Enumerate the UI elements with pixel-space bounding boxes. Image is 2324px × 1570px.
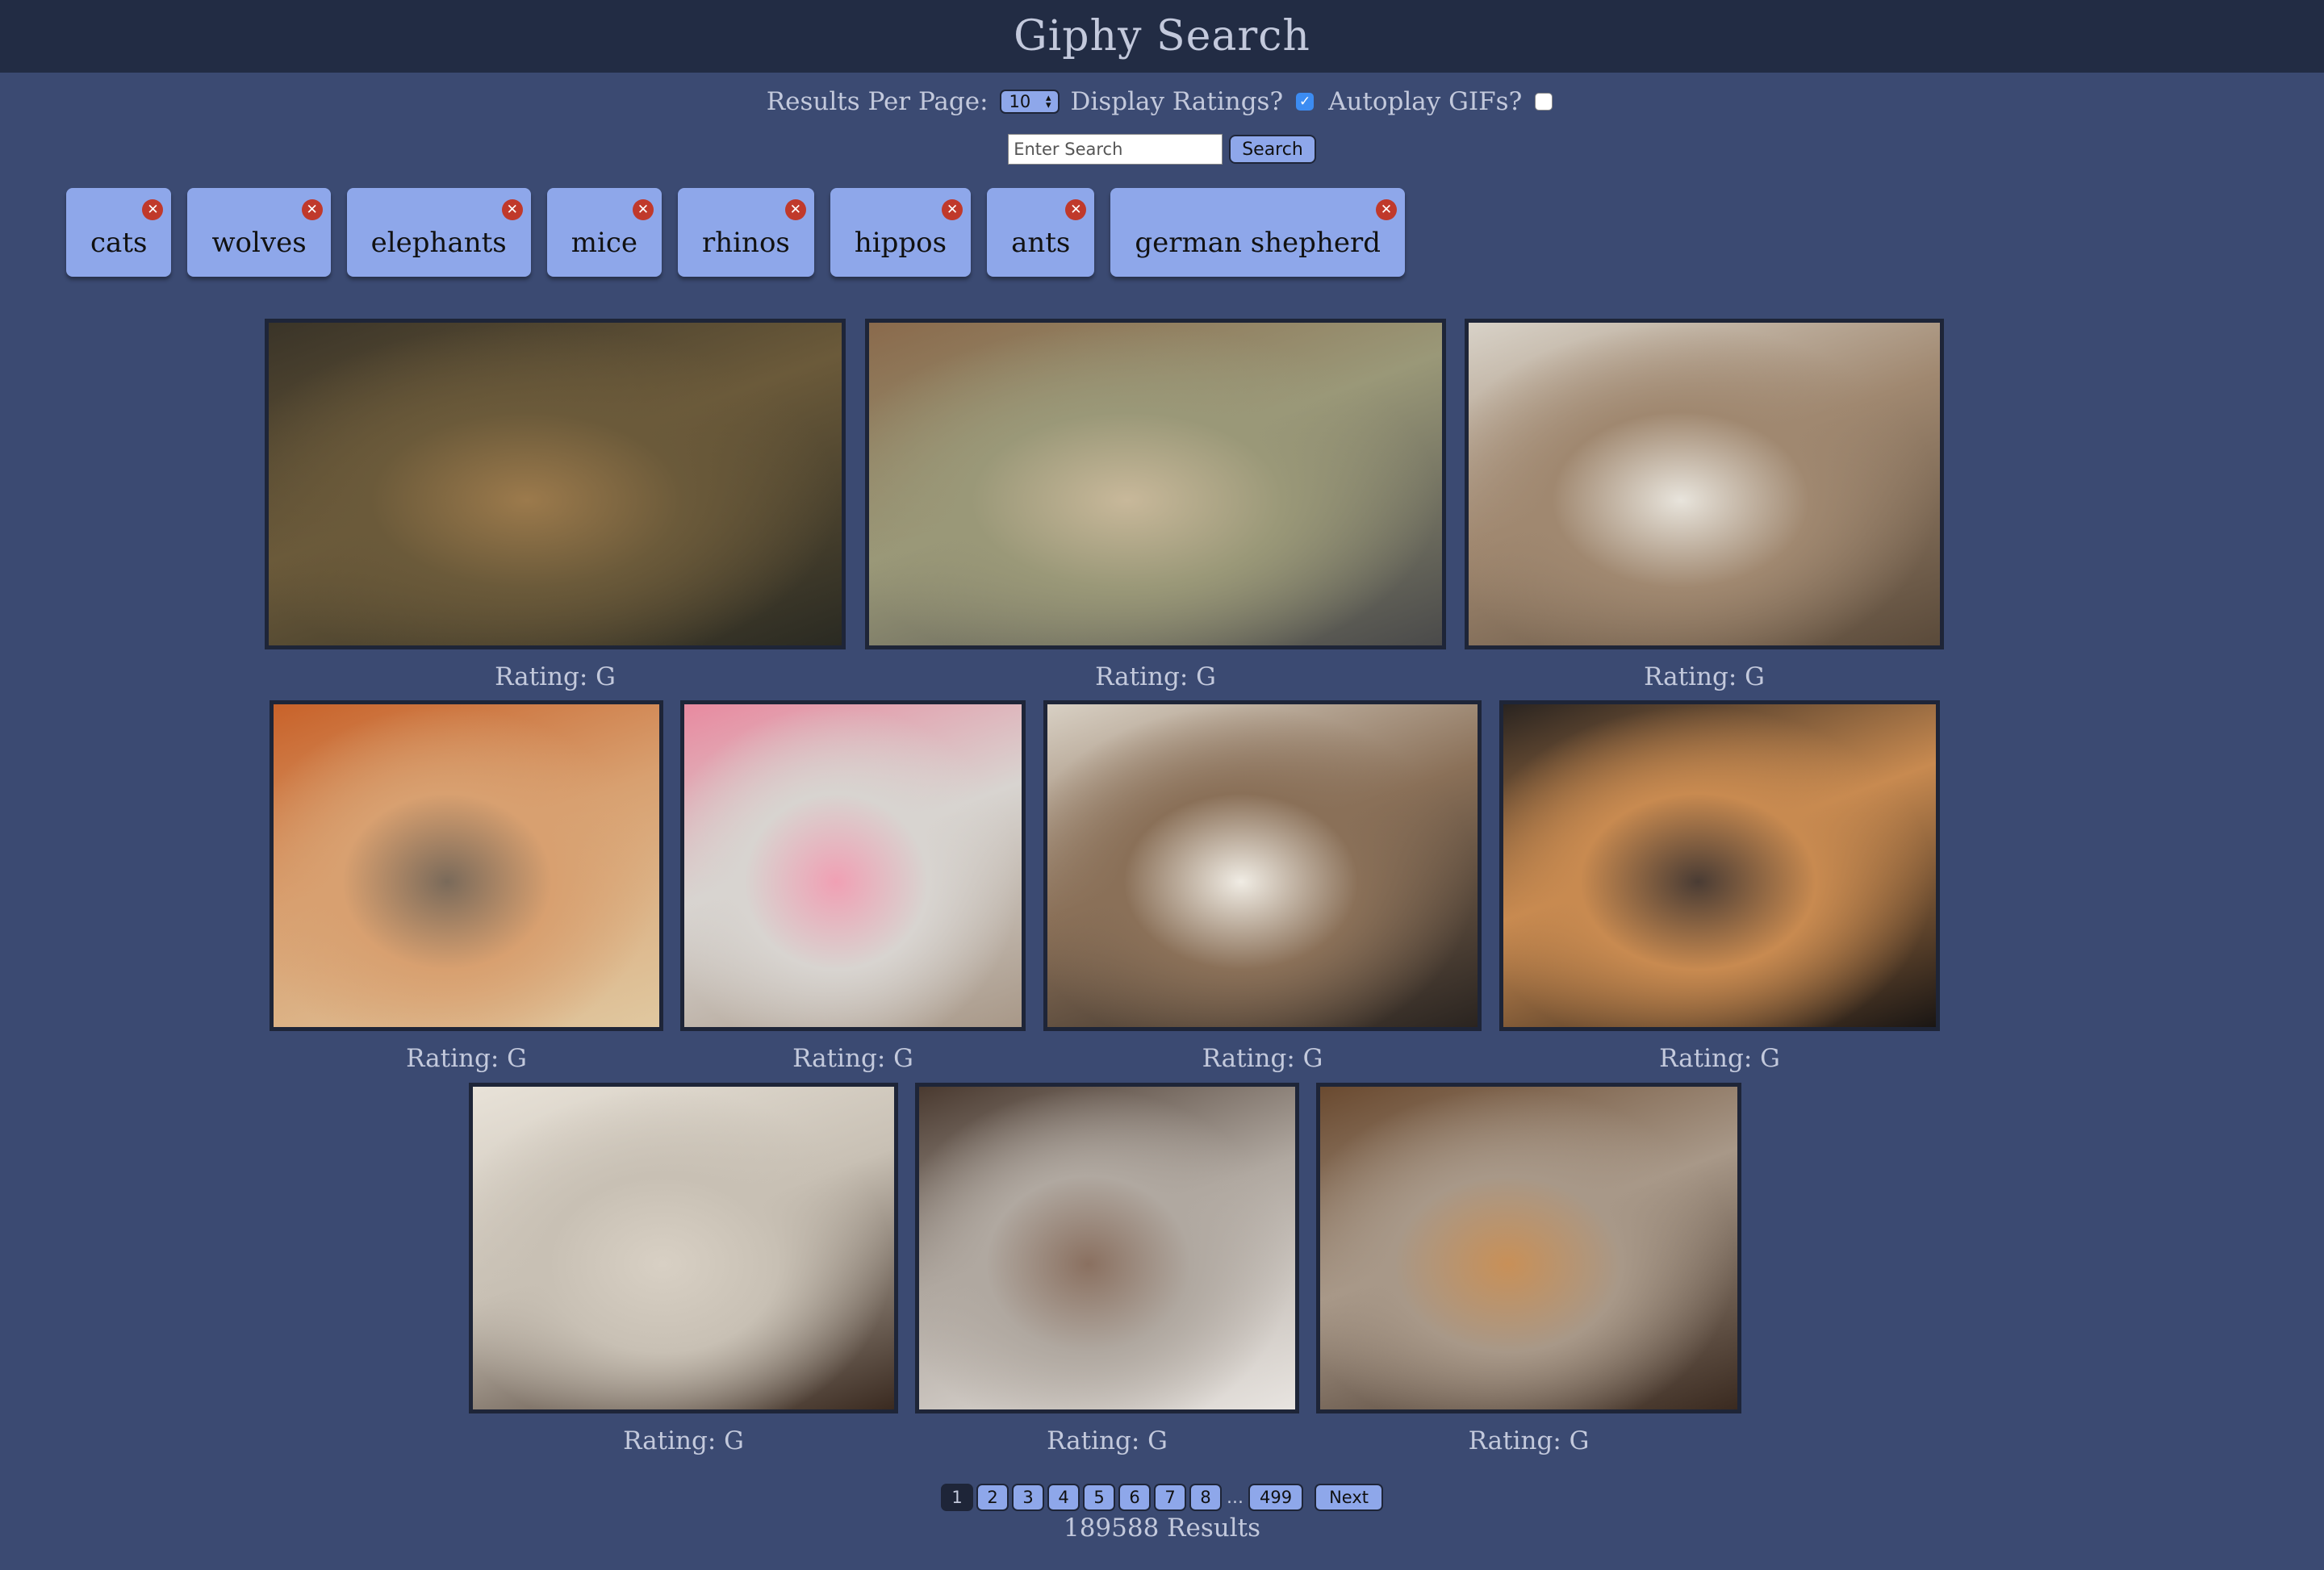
pagination-ellipsis: ... (1227, 1487, 1244, 1508)
gif-rating: Rating: G (1095, 662, 1216, 691)
gif-image[interactable] (1465, 319, 1944, 649)
gif-rating: Rating: G (1644, 662, 1765, 691)
search-chip-label: elephants (370, 227, 507, 259)
search-chip[interactable]: wolves ✕ (187, 188, 331, 277)
results-per-page-select[interactable]: 10 ▴ ▾ (999, 90, 1060, 114)
remove-chip-icon[interactable]: ✕ (633, 199, 654, 220)
options-bar: Results Per Page: 10 ▴ ▾ Display Ratings?… (0, 84, 2324, 119)
search-history-chips: cats ✕ wolves ✕ elephants ✕ mice ✕ rhinos ✕ hippos… (66, 188, 1405, 277)
search-chip[interactable]: ants ✕ (987, 188, 1095, 277)
autoplay-checkbox[interactable] (1535, 93, 1553, 111)
remove-chip-icon[interactable]: ✕ (1065, 199, 1087, 220)
search-chip-label: mice (571, 227, 638, 259)
gif-image[interactable] (270, 700, 663, 1031)
page-button[interactable]: 4 (1047, 1484, 1080, 1511)
search-button[interactable]: Search (1229, 135, 1316, 164)
display-ratings-checkbox[interactable]: ✓ (1296, 93, 1315, 111)
search-chip-label: cats (90, 227, 148, 259)
next-page-button[interactable]: Next (1315, 1484, 1383, 1511)
results-per-page-label: Results Per Page: (766, 87, 989, 116)
remove-chip-icon[interactable]: ✕ (1375, 199, 1397, 220)
pagination: 1 2 3 4 5 6 7 8... 499 Next (0, 1482, 2324, 1513)
remove-chip-icon[interactable]: ✕ (784, 199, 806, 220)
search-chip[interactable]: rhinos ✕ (678, 188, 814, 277)
gif-image[interactable] (1043, 700, 1482, 1031)
page-button[interactable]: 1 (941, 1484, 973, 1511)
search-chip-label: ants (1011, 227, 1071, 259)
remove-chip-icon[interactable]: ✕ (501, 199, 523, 220)
display-ratings-label: Display Ratings? (1070, 87, 1284, 116)
gif-rating: Rating: G (1202, 1044, 1323, 1073)
gif-rating: Rating: G (623, 1426, 744, 1455)
gif-rating: Rating: G (1468, 1426, 1590, 1455)
results-per-page-value: 10 (1009, 92, 1031, 111)
search-chip-label: rhinos (702, 227, 790, 259)
remove-chip-icon[interactable]: ✕ (301, 199, 323, 220)
search-chip-label: hippos (854, 227, 947, 259)
search-chip[interactable]: elephants ✕ (346, 188, 531, 277)
gif-image[interactable] (865, 319, 1446, 649)
remove-chip-icon[interactable]: ✕ (942, 199, 963, 220)
gif-image[interactable] (1499, 700, 1940, 1031)
search-chip-label: german shepherd (1135, 227, 1381, 259)
search-row: Search (0, 133, 2324, 165)
search-chip[interactable]: mice ✕ (546, 188, 663, 277)
remove-chip-icon[interactable]: ✕ (142, 199, 164, 220)
page-button-last[interactable]: 499 (1248, 1484, 1304, 1511)
gif-image[interactable] (680, 700, 1026, 1031)
page-button[interactable]: 8 (1189, 1484, 1222, 1511)
gif-rating: Rating: G (406, 1044, 527, 1073)
select-arrows-icon: ▴ ▾ (1046, 92, 1051, 111)
gif-rating: Rating: G (1047, 1426, 1168, 1455)
search-chip-label: wolves (211, 227, 307, 259)
app-header: Giphy Search (0, 0, 2324, 73)
page-button[interactable]: 5 (1083, 1484, 1115, 1511)
autoplay-label: Autoplay GIFs? (1328, 87, 1523, 116)
page-button[interactable]: 7 (1154, 1484, 1186, 1511)
gif-image[interactable] (469, 1083, 898, 1413)
search-chip[interactable]: german shepherd ✕ (1110, 188, 1405, 277)
page-button[interactable]: 6 (1118, 1484, 1151, 1511)
gif-rating: Rating: G (1659, 1044, 1780, 1073)
page-title: Giphy Search (1014, 12, 1310, 61)
gif-image[interactable] (915, 1083, 1299, 1413)
gif-image[interactable] (265, 319, 846, 649)
search-chip[interactable]: hippos ✕ (830, 188, 972, 277)
search-chip[interactable]: cats ✕ (66, 188, 172, 277)
gif-image[interactable] (1316, 1083, 1741, 1413)
page-button[interactable]: 2 (976, 1484, 1009, 1511)
gif-rating: Rating: G (792, 1044, 913, 1073)
results-count: 189588 Results (1063, 1514, 1261, 1543)
search-input[interactable] (1008, 134, 1223, 165)
page-button[interactable]: 3 (1012, 1484, 1044, 1511)
gif-rating: Rating: G (495, 662, 616, 691)
